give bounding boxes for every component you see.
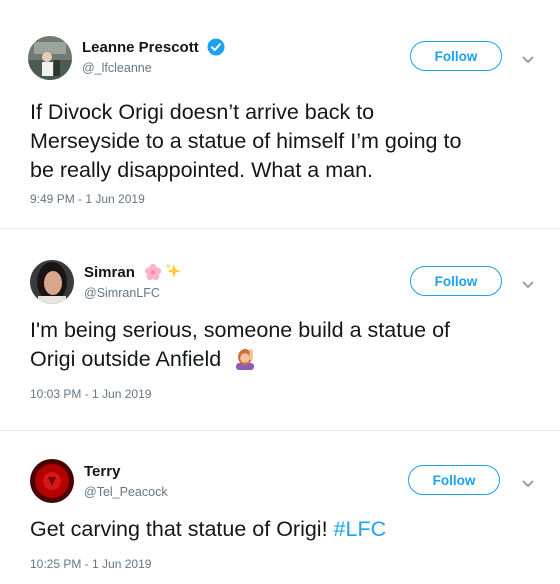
user-handle[interactable]: @SimranLFC	[84, 286, 160, 300]
divider	[0, 228, 560, 229]
user-handle[interactable]: @Tel_Peacock	[84, 485, 168, 499]
follow-button[interactable]: Follow	[410, 266, 502, 296]
verified-badge-icon	[207, 38, 225, 56]
tweet-text-fragment: Origi outside Anfield	[30, 347, 222, 371]
chevron-down-icon[interactable]	[521, 277, 535, 289]
divider	[0, 430, 560, 431]
follow-button[interactable]: Follow	[410, 41, 502, 71]
timestamp[interactable]: 10:03 PM - 1 Jun 2019	[30, 387, 151, 401]
person-raising-hand-icon	[233, 346, 257, 371]
user-handle[interactable]: @_lfcleanne	[82, 61, 152, 75]
tweet-text-line: be really disappointed. What a man.	[30, 158, 374, 182]
cherry-blossom-icon	[144, 263, 162, 281]
user-name[interactable]: Terry	[84, 463, 120, 480]
tweet-text-line-with-emoji: Origi outside Anfield	[30, 345, 257, 374]
avatar[interactable]	[30, 459, 74, 503]
tweet-text-line: Merseyside to a statue of himself I’m go…	[30, 129, 462, 153]
follow-button[interactable]: Follow	[408, 465, 500, 495]
hashtag-link[interactable]: #LFC	[334, 517, 387, 541]
tweet-1: Leanne Prescott @_lfcleanne Follow If Di…	[0, 0, 560, 220]
sparkles-icon	[164, 262, 182, 280]
avatar[interactable]	[30, 260, 74, 304]
user-name[interactable]: Leanne Prescott	[82, 39, 199, 56]
timestamp[interactable]: 10:25 PM - 1 Jun 2019	[30, 557, 151, 571]
chevron-down-icon[interactable]	[521, 476, 535, 488]
avatar[interactable]	[28, 36, 72, 80]
tweet-text-fragment: Get carving that statue of Origi!	[30, 517, 328, 541]
tweet-text-line: I'm being serious, someone build a statu…	[30, 318, 451, 342]
tweet-text-line: If Divock Origi doesn’t arrive back to	[30, 100, 375, 124]
user-name[interactable]: Simran	[84, 264, 135, 281]
chevron-down-icon[interactable]	[521, 52, 535, 64]
timestamp[interactable]: 9:49 PM - 1 Jun 2019	[30, 192, 145, 206]
tweet-text-line: Get carving that statue of Origi! #LFC	[30, 515, 386, 544]
